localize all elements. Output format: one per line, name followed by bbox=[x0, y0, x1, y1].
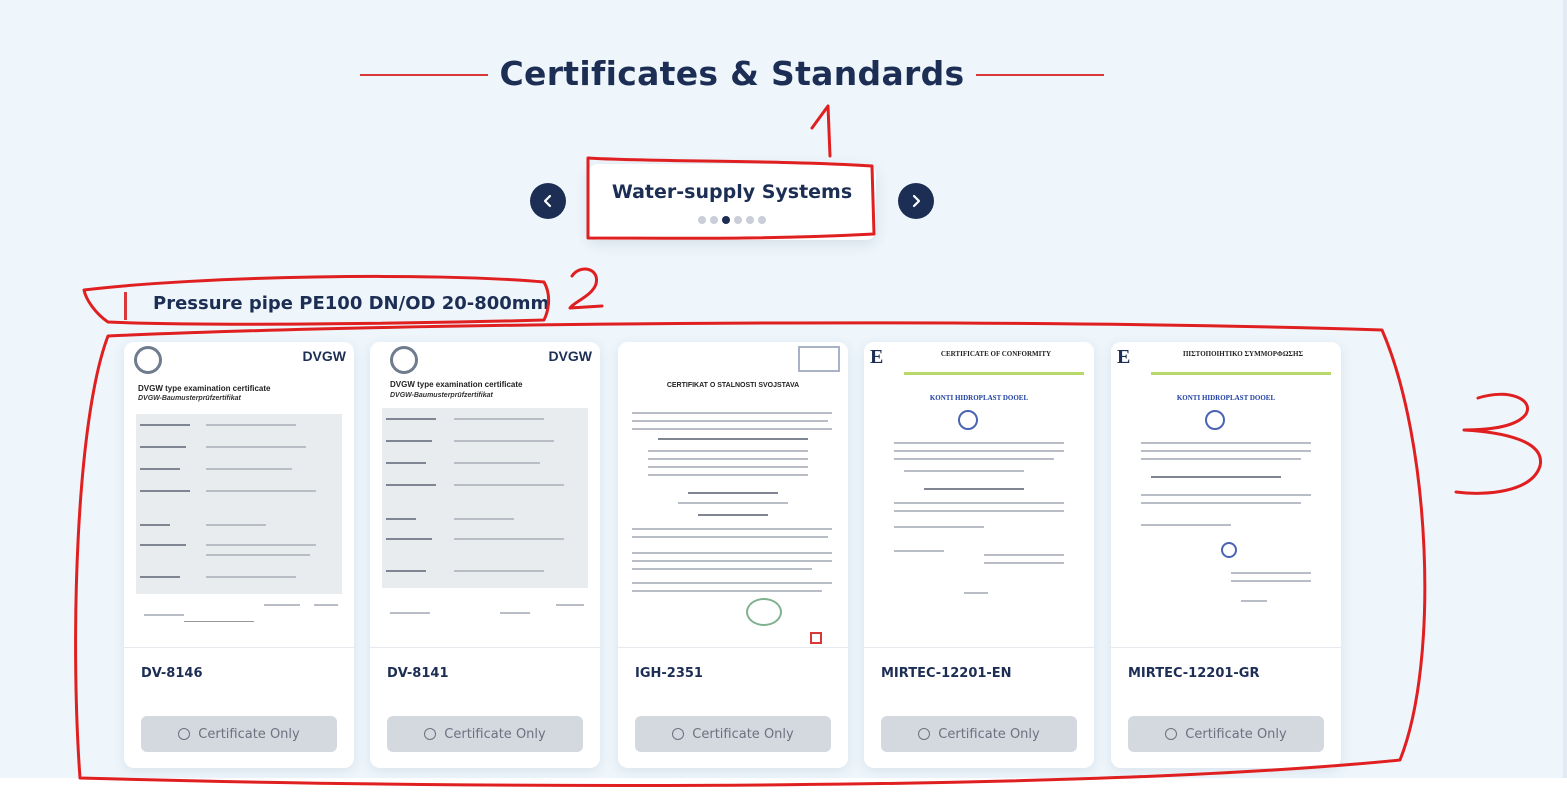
seal-icon bbox=[1221, 542, 1237, 558]
doc-body bbox=[136, 414, 342, 594]
category-label: Water-supply Systems bbox=[611, 181, 853, 203]
doc-brand: DVGW bbox=[548, 348, 592, 364]
certificate-only-label: Certificate Only bbox=[692, 726, 794, 742]
section-header: Certificates & Standards bbox=[360, 52, 1104, 100]
certificate-code: DV-8141 bbox=[387, 666, 449, 681]
certificate-only-label: Certificate Only bbox=[198, 726, 300, 742]
certificate-card[interactable]: CERTIFIKAT O STALNOSTI SVOJSTAVA IGH-235… bbox=[618, 342, 848, 768]
igh-logo-icon bbox=[798, 346, 840, 372]
slider-dot[interactable] bbox=[698, 216, 706, 224]
certificate-card[interactable]: E ΠΙΣΤΟΠΟΙΗΤΙΚΟ ΣΥΜΜΟΡΦΩΣΗΣ KONTI HIDROP… bbox=[1111, 342, 1341, 768]
dvgw-seal-icon bbox=[134, 346, 162, 374]
doc-ribbon bbox=[1151, 372, 1331, 375]
doc-title: CERTIFIKAT O STALNOSTI SVOJSTAVA bbox=[666, 382, 800, 389]
certifier-logo-icon: E bbox=[870, 346, 884, 368]
slider-dot[interactable] bbox=[758, 216, 766, 224]
certificate-code: IGH-2351 bbox=[635, 666, 703, 681]
doc-title: ΠΙΣΤΟΠΟΙΗΤΙΚΟ ΣΥΜΜΟΡΦΩΣΗΣ bbox=[1182, 350, 1304, 358]
certificate-thumbnail[interactable]: E ΠΙΣΤΟΠΟΙΗΤΙΚΟ ΣΥΜΜΟΡΦΩΣΗΣ KONTI HIDROP… bbox=[1111, 342, 1341, 648]
doc-title: DVGW type examination certificate bbox=[138, 384, 271, 393]
certificate-thumbnail[interactable]: DVGW DVGW type examination certificate D… bbox=[124, 342, 354, 648]
certificate-code: DV-8146 bbox=[141, 666, 203, 681]
certificate-only-button[interactable]: Certificate Only bbox=[881, 716, 1077, 752]
doc-brand: DVGW bbox=[302, 348, 346, 364]
circle-icon bbox=[424, 728, 437, 740]
certificate-code: MIRTEC-12201-GR bbox=[1128, 666, 1260, 681]
slider-dot[interactable] bbox=[746, 216, 754, 224]
certificate-only-button[interactable]: Certificate Only bbox=[141, 716, 337, 752]
product-heading: Pressure pipe PE100 DN/OD 20-800mm bbox=[124, 292, 549, 320]
certificate-thumbnail[interactable]: E CERTIFICATE OF CONFORMITY KONTI HIDROP… bbox=[864, 342, 1094, 648]
prev-category-button[interactable] bbox=[530, 183, 566, 219]
seal-icon bbox=[958, 410, 978, 430]
slider-dot[interactable] bbox=[722, 216, 730, 224]
certificate-only-label: Certificate Only bbox=[1185, 726, 1287, 742]
certificate-only-button[interactable]: Certificate Only bbox=[635, 716, 831, 752]
certificate-list: DVGW DVGW type examination certificate D… bbox=[124, 342, 1341, 770]
certificate-thumbnail[interactable]: CERTIFIKAT O STALNOSTI SVOJSTAVA bbox=[618, 342, 848, 648]
next-category-button[interactable] bbox=[898, 183, 934, 219]
dvgw-seal-icon bbox=[390, 346, 418, 374]
doc-company: KONTI HIDROPLAST DOOEL bbox=[1176, 394, 1276, 402]
certificate-card[interactable]: E CERTIFICATE OF CONFORMITY KONTI HIDROP… bbox=[864, 342, 1094, 768]
certificate-card[interactable]: DVGW DVGW type examination certificate D… bbox=[124, 342, 354, 768]
scrollbar-track[interactable] bbox=[1563, 0, 1567, 778]
certificate-only-label: Certificate Only bbox=[938, 726, 1040, 742]
slider-dots bbox=[588, 216, 876, 224]
chevron-left-icon bbox=[543, 194, 552, 208]
certifier-logo-icon: E bbox=[1117, 346, 1131, 368]
red-mark-icon bbox=[810, 632, 822, 644]
seal-icon bbox=[1205, 410, 1225, 430]
doc-title: DVGW type examination certificate bbox=[390, 380, 523, 389]
doc-subtitle: DVGW-Baumusterprüfzertifikat bbox=[390, 392, 493, 399]
certificate-only-button[interactable]: Certificate Only bbox=[387, 716, 583, 752]
doc-subtitle: DVGW-Baumusterprüfzertifikat bbox=[138, 395, 241, 402]
certificate-card[interactable]: DVGW DVGW type examination certificate D… bbox=[370, 342, 600, 768]
chevron-right-icon bbox=[912, 194, 921, 208]
circle-icon bbox=[1165, 728, 1178, 740]
stamp-icon bbox=[746, 598, 782, 626]
circle-icon bbox=[918, 728, 931, 740]
slider-dot[interactable] bbox=[734, 216, 742, 224]
signature bbox=[184, 600, 254, 622]
footer-strip bbox=[0, 778, 1567, 802]
doc-company: KONTI HIDROPLAST DOOEL bbox=[929, 394, 1029, 402]
circle-icon bbox=[178, 728, 191, 740]
doc-body bbox=[382, 408, 588, 588]
certificate-only-button[interactable]: Certificate Only bbox=[1128, 716, 1324, 752]
certificate-only-label: Certificate Only bbox=[444, 726, 546, 742]
certificate-code: MIRTEC-12201-EN bbox=[881, 666, 1012, 681]
certificate-thumbnail[interactable]: DVGW DVGW type examination certificate D… bbox=[370, 342, 600, 648]
slider-dot[interactable] bbox=[710, 216, 718, 224]
doc-title: CERTIFICATE OF CONFORMITY bbox=[940, 350, 1052, 358]
category-selector[interactable]: Water-supply Systems bbox=[588, 164, 876, 240]
title-divider-right bbox=[976, 74, 1104, 76]
doc-ribbon bbox=[904, 372, 1084, 375]
circle-icon bbox=[672, 728, 685, 740]
